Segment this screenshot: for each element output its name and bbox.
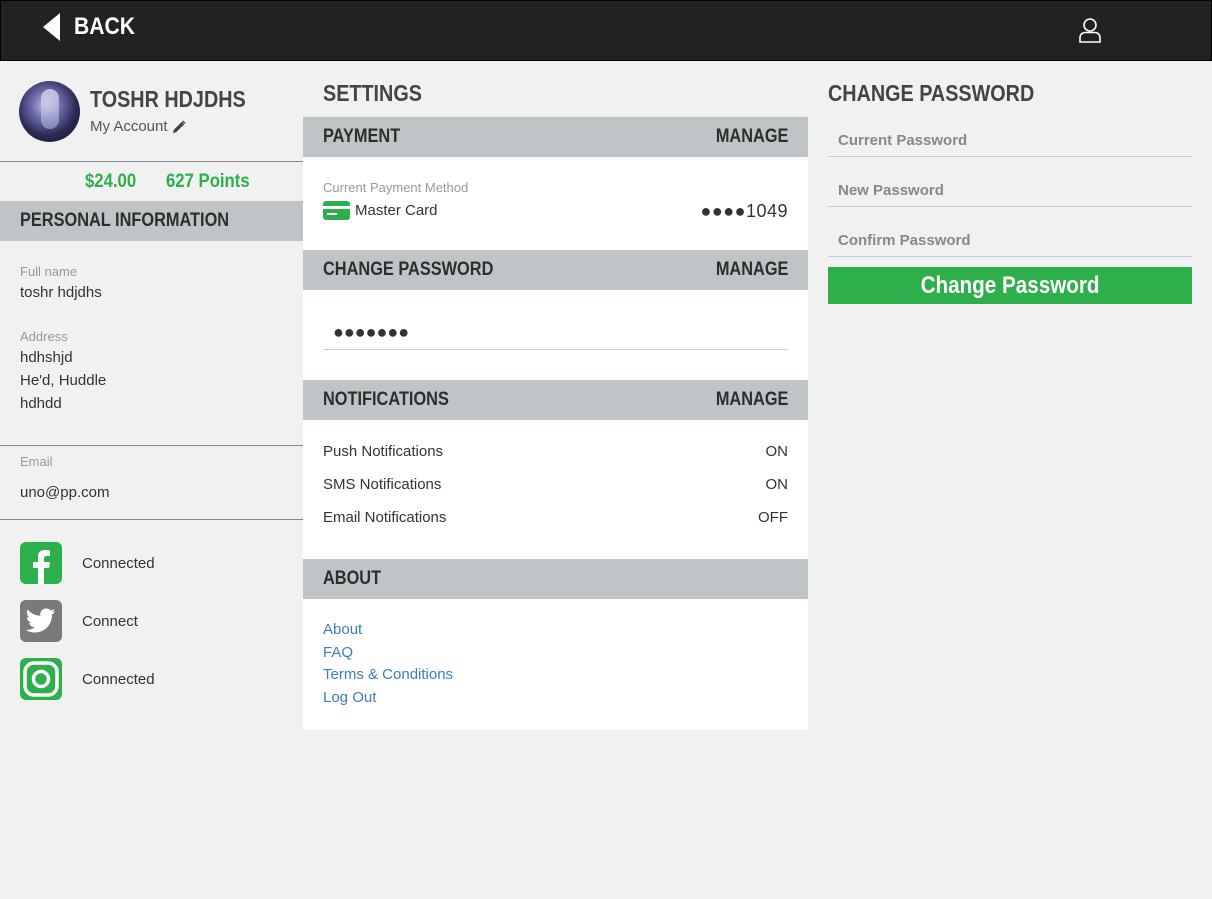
address-label: Address [20, 329, 68, 344]
notifications-panel: Push Notifications ON SMS Notifications … [303, 420, 808, 559]
faq-link[interactable]: FAQ [323, 644, 353, 661]
about-title: ABOUT [323, 568, 382, 589]
card-number: ●●●●1049 [700, 201, 788, 221]
credit-card-icon [323, 201, 350, 220]
notification-label: Push Notifications [323, 443, 444, 460]
settings-title: SETTINGS [323, 80, 422, 106]
balance: $24.00 [85, 171, 137, 192]
current-password-input[interactable] [828, 125, 1192, 157]
password-panel: ●●●●●●● [303, 290, 808, 380]
email-label: Email [20, 454, 53, 469]
avatar [19, 81, 80, 142]
divider [0, 445, 303, 446]
profile-name: TOSHR HDJDHS [90, 86, 246, 112]
top-bar: BACK [0, 0, 1212, 61]
personal-info-title: PERSONAL INFORMATION [20, 210, 230, 231]
about-header: ABOUT [303, 559, 808, 599]
payment-card: Master Card [323, 201, 438, 220]
payment-manage-button[interactable]: MANAGE [715, 126, 788, 148]
instagram-status: Connected [82, 670, 155, 688]
change-password-button-label: Change Password [920, 271, 1100, 299]
notification-row: Push Notifications ON [323, 443, 788, 460]
payment-header: PAYMENT MANAGE [303, 117, 808, 157]
masked-password: ●●●●●●● [333, 322, 410, 342]
back-arrow-icon [43, 13, 60, 41]
my-account-label: My Account [90, 118, 168, 135]
address-line: hdhdd [20, 395, 62, 412]
change-password-header: CHANGE PASSWORD MANAGE [303, 250, 808, 290]
pencil-icon [172, 119, 186, 133]
twitter-connect[interactable]: Connect [20, 600, 138, 642]
notification-label: SMS Notifications [323, 476, 442, 493]
notifications-title: NOTIFICATIONS [323, 389, 449, 410]
back-label: BACK [74, 13, 136, 40]
terms-link[interactable]: Terms & Conditions [323, 666, 453, 683]
logout-link[interactable]: Log Out [323, 689, 376, 706]
notification-value: OFF [758, 509, 788, 526]
notification-row: SMS Notifications ON [323, 476, 788, 493]
card-name: Master Card [355, 202, 438, 219]
instagram-connect[interactable]: Connected [20, 658, 155, 700]
notification-label: Email Notifications [323, 509, 447, 526]
facebook-status: Connected [82, 554, 155, 572]
notification-value: ON [765, 443, 789, 460]
notifications-manage-button[interactable]: MANAGE [715, 389, 788, 411]
instagram-icon [20, 658, 62, 700]
notification-row: Email Notifications OFF [323, 509, 788, 526]
change-password-manage-button[interactable]: MANAGE [715, 259, 788, 281]
divider [0, 161, 303, 162]
facebook-icon [20, 542, 62, 584]
back-button[interactable]: BACK [43, 13, 143, 41]
payment-method-label: Current Payment Method [323, 180, 469, 195]
notifications-header: NOTIFICATIONS MANAGE [303, 380, 808, 420]
personal-info-header: PERSONAL INFORMATION [0, 201, 303, 241]
new-password-input[interactable] [828, 175, 1192, 207]
twitter-status: Connect [82, 612, 138, 630]
twitter-icon [20, 600, 62, 642]
payment-panel: Current Payment Method Master Card ●●●●1… [303, 157, 808, 250]
change-password-form-title: CHANGE PASSWORD [828, 80, 1035, 106]
my-account-link[interactable]: My Account [90, 118, 186, 135]
user-icon[interactable] [1077, 17, 1103, 43]
profile-sidebar: TOSHR HDJDHS My Account $24.00 627 Point… [0, 61, 303, 899]
facebook-connect[interactable]: Connected [20, 542, 155, 584]
notification-value: ON [765, 476, 789, 493]
full-name-value: toshr hdjdhs [20, 284, 102, 301]
address-line: He'd, Huddle [20, 372, 107, 389]
payment-title: PAYMENT [323, 126, 401, 147]
full-name-label: Full name [20, 264, 78, 279]
confirm-password-input[interactable] [828, 225, 1192, 257]
change-password-title: CHANGE PASSWORD [323, 259, 494, 280]
email-value: uno@pp.com [20, 484, 110, 501]
divider [323, 349, 788, 350]
change-password-button[interactable]: Change Password [828, 267, 1192, 304]
divider [0, 519, 303, 520]
about-link[interactable]: About [323, 621, 362, 638]
points: 627 Points [166, 171, 250, 192]
about-panel: About FAQ Terms & Conditions Log Out [303, 599, 808, 730]
address-line: hdhshjd [20, 349, 73, 366]
